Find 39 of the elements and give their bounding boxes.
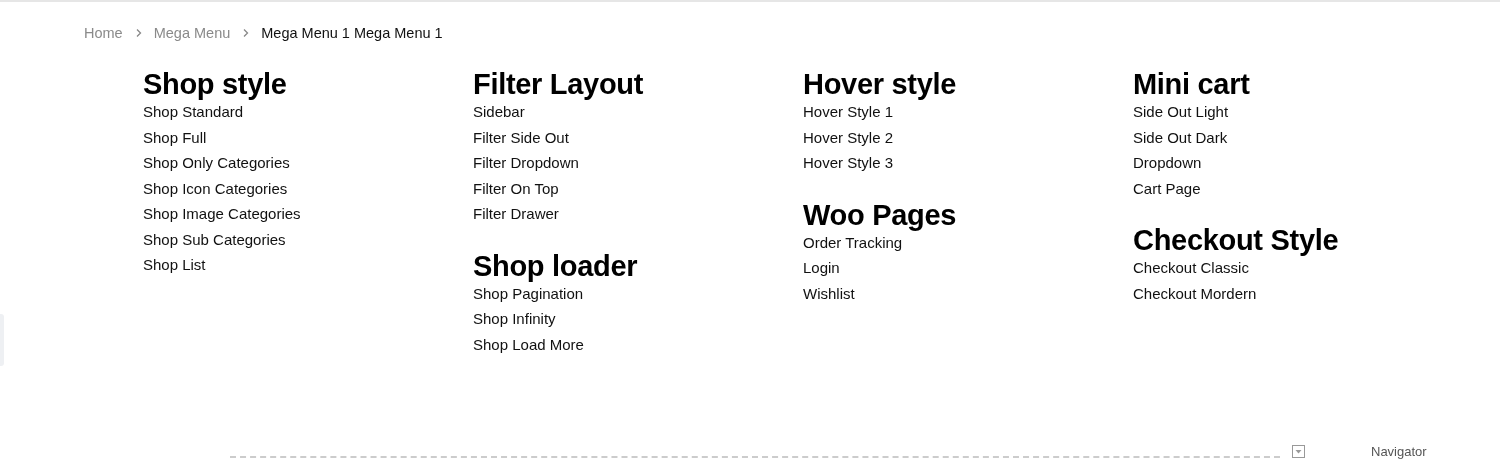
breadcrumb-link[interactable]: Home [84, 25, 123, 41]
chevron-right-icon [241, 28, 251, 38]
navigator-title: Navigator [1371, 445, 1427, 459]
menu-link[interactable]: Shop Image Categories [143, 201, 301, 227]
menu-link[interactable]: Login [803, 255, 840, 281]
menu-link[interactable]: Filter Drawer [473, 201, 559, 227]
menu-link[interactable]: Hover Style 1 [803, 99, 894, 125]
menu-link[interactable]: Checkout Classic [1133, 255, 1249, 281]
menu-heading: Checkout Style [1133, 225, 1340, 255]
menu-link[interactable]: Shop Infinity [473, 306, 556, 332]
menu-heading: Shop style [143, 69, 288, 99]
menu-link[interactable]: Shop Load More [473, 331, 584, 357]
menu-link[interactable]: Filter On Top [473, 175, 559, 201]
menu-link[interactable]: Shop Only Categories [143, 150, 290, 176]
menu-heading: Woo Pages [803, 199, 958, 230]
menu-link[interactable]: Shop Standard [143, 99, 244, 125]
breadcrumb-current: Mega Menu 1 Mega Menu 1 [261, 25, 443, 41]
menu-link[interactable]: Side Out Light [1133, 99, 1229, 125]
menu-link[interactable]: Filter Side Out [473, 124, 569, 150]
collapse-icon[interactable] [1292, 445, 1305, 458]
menu-link[interactable]: Shop List [143, 252, 206, 278]
menu-link[interactable]: Shop Sub Categories [143, 226, 286, 252]
menu-link[interactable]: Shop Full [143, 124, 207, 150]
menu-link[interactable]: Hover Style 2 [803, 124, 894, 150]
menu-heading: Filter Layout [473, 69, 645, 99]
menu-link[interactable]: Sidebar [473, 99, 525, 125]
menu-link[interactable]: Side Out Dark [1133, 124, 1228, 150]
menu-link[interactable]: Order Tracking [803, 229, 903, 255]
menu-link[interactable]: Shop Icon Categories [143, 175, 288, 201]
menu-link[interactable]: Hover Style 3 [803, 150, 894, 176]
menu-heading: Mini cart [1133, 69, 1251, 99]
menu-link[interactable]: Dropdown [1133, 150, 1202, 176]
menu-link[interactable]: Checkout Mordern [1133, 280, 1257, 306]
menu-link[interactable]: Filter Dropdown [473, 150, 579, 176]
menu-link[interactable]: Wishlist [803, 280, 855, 306]
menu-heading: Hover style [803, 69, 958, 99]
menu-link[interactable]: Cart Page [1133, 175, 1201, 201]
breadcrumb-link[interactable]: Mega Menu [153, 25, 231, 41]
menu-heading: Shop loader [473, 250, 639, 281]
